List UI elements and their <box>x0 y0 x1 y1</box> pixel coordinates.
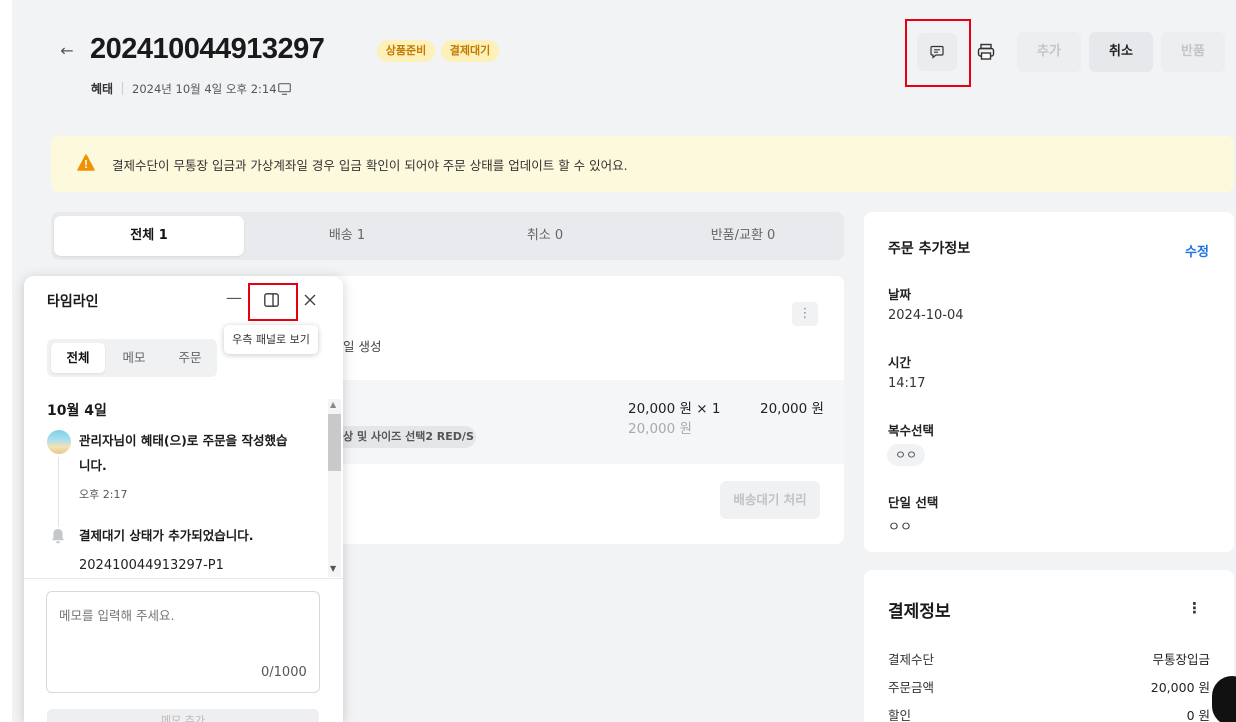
side-panel-tooltip: 우측 패널로 보기 <box>224 325 318 354</box>
left-edge <box>0 0 12 722</box>
minimize-icon[interactable]: — <box>226 288 242 307</box>
creation-label: 일 생성 <box>343 339 382 354</box>
meta-divider <box>122 82 123 95</box>
payment-label-amount: 주문금액 <box>888 680 935 695</box>
timeline-title: 타임라인 <box>47 294 99 310</box>
memo-char-count: 0/1000 <box>261 665 307 680</box>
field-label-single-select: 단일 선택 <box>888 495 939 510</box>
avatar <box>47 430 71 454</box>
monitor-icon <box>278 83 291 95</box>
payment-label-method: 결제수단 <box>888 652 935 667</box>
floating-help-button[interactable] <box>1212 676 1236 722</box>
field-label-date: 날짜 <box>888 287 912 302</box>
warning-icon <box>77 154 95 171</box>
order-datetime: 2024년 10월 4일 오후 2:14 <box>132 82 277 96</box>
order-number-title: 202410044913297 <box>90 33 325 65</box>
add-memo-button[interactable]: 메모 추가 <box>47 709 319 722</box>
timeline-tab-order[interactable]: 주문 <box>163 343 217 373</box>
scroll-up-icon[interactable]: ▲ <box>330 400 336 409</box>
panel-divider <box>24 578 343 579</box>
field-value-time: 14:17 <box>888 376 926 391</box>
field-value-date: 2024-10-04 <box>888 308 964 323</box>
timeline-tab-all[interactable]: 전체 <box>51 343 105 373</box>
print-icon[interactable] <box>976 42 996 62</box>
payment-value-amount: 20,000 원 <box>1150 680 1210 695</box>
payment-value-discount: 0 원 <box>1186 708 1210 722</box>
status-badge-preparing: 상품준비 <box>377 40 435 62</box>
field-label-multi-select: 복수선택 <box>888 423 935 438</box>
tab-all[interactable]: 전체 1 <box>54 216 244 256</box>
timeline-entry-status: 결제대기 상태가 추가되었습니다. <box>79 528 254 543</box>
payment-value-method: 무통장입금 <box>1152 652 1210 667</box>
tab-shipping[interactable]: 배송 1 <box>252 216 442 256</box>
return-button[interactable]: 반품 <box>1161 32 1225 72</box>
timeline-connector <box>58 457 59 527</box>
scrollbar-thumb[interactable] <box>328 414 341 471</box>
extra-info-title: 주문 추가정보 <box>888 241 971 257</box>
payment-info-card <box>864 570 1234 722</box>
timeline-entry-text: 관리자님이 혜태(으)로 주문을 작성했습 <box>79 433 288 448</box>
payment-label-discount: 할인 <box>888 708 912 722</box>
option-chip: 상 및 사이즈 선택2 RED/S <box>330 426 476 448</box>
cancel-button[interactable]: 취소 <box>1089 32 1153 72</box>
highlight-box-side-panel <box>248 283 298 321</box>
notice-text: 결제수단이 무통장 입금과 가상계좌일 경우 입금 확인이 되어야 주문 상태를… <box>112 158 628 173</box>
item-total-price: 20,000 원 <box>760 401 824 417</box>
field-label-time: 시간 <box>888 355 912 370</box>
back-arrow-icon[interactable]: ← <box>59 41 75 61</box>
unit-price-original: 20,000 원 <box>628 421 692 437</box>
timeline-tabs: 전체 메모 주문 <box>47 339 217 377</box>
close-icon[interactable] <box>302 292 318 308</box>
bell-icon <box>52 529 64 544</box>
edit-link[interactable]: 수정 <box>1185 241 1209 260</box>
tab-return-exchange[interactable]: 반품/교환 0 <box>648 216 838 256</box>
order-status-tabs: 전체 1 배송 1 취소 0 반품/교환 0 <box>51 212 844 260</box>
timeline-date: 10월 4일 <box>47 403 107 419</box>
payment-more-button[interactable]: ⋮ <box>1187 599 1202 617</box>
status-badge-payment-pending: 결제대기 <box>441 40 499 62</box>
customer-name: 혜태 <box>91 82 114 96</box>
tab-cancel[interactable]: 취소 0 <box>450 216 640 256</box>
timeline-entry-order-id: 202410044913297-P1 <box>79 558 224 573</box>
ship-pending-button[interactable]: 배송대기 처리 <box>720 481 820 519</box>
field-value-single-select: ㅇㅇ <box>888 520 912 535</box>
more-options-button[interactable]: ⋮ <box>792 302 818 326</box>
highlight-box-timeline-button <box>905 19 971 87</box>
timeline-tab-memo[interactable]: 메모 <box>107 343 161 373</box>
timeline-entry-time: 오후 2:17 <box>79 488 128 501</box>
unit-price: 20,000 원 × 1 <box>628 401 721 417</box>
field-value-multi-select: ㅇㅇ <box>887 444 925 466</box>
add-button[interactable]: 추가 <box>1017 32 1081 72</box>
scroll-down-icon[interactable]: ▼ <box>330 564 336 573</box>
payment-title: 결제정보 <box>888 602 951 622</box>
order-item-row <box>330 380 844 464</box>
timeline-entry-text-cont: 니다. <box>79 458 107 473</box>
